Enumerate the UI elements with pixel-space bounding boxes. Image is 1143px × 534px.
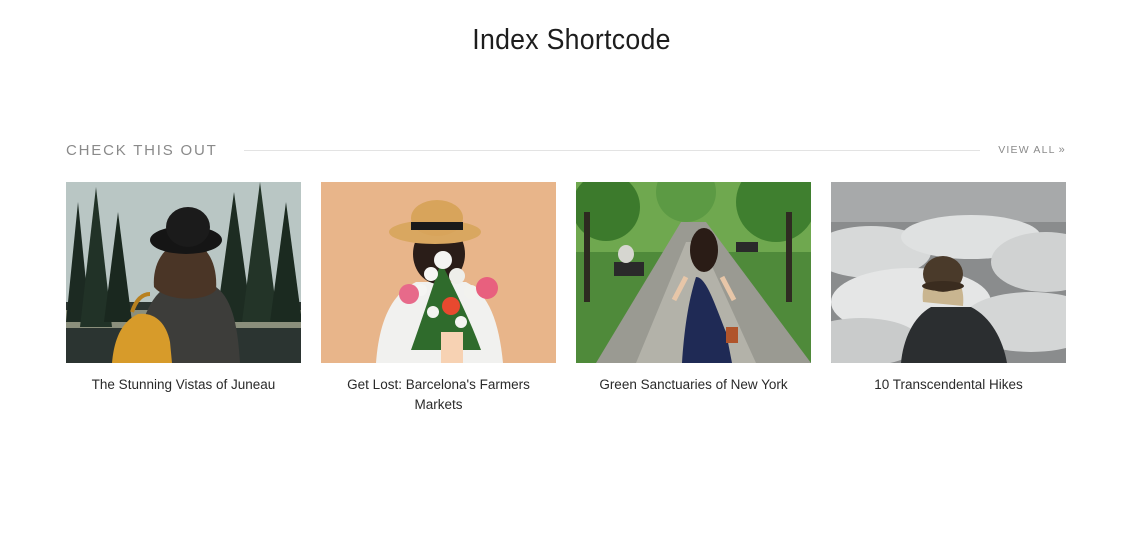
post-thumbnail[interactable] [321,182,556,363]
post-card[interactable]: 10 Transcendental Hikes [831,182,1066,415]
section-heading: CHECK THIS OUT [66,141,218,159]
double-chevron-right-icon: » [1058,143,1066,156]
post-thumbnail[interactable] [576,182,811,363]
post-title[interactable]: Get Lost: Barcelona's Farmers Markets [331,375,546,415]
post-card[interactable]: The Stunning Vistas of Juneau [66,182,301,415]
post-image-clouds [831,182,1066,363]
section-divider [243,149,981,151]
post-image-flowers [321,182,556,363]
post-title[interactable]: 10 Transcendental Hikes [841,375,1056,395]
post-thumbnail[interactable] [66,182,301,363]
post-thumbnail[interactable] [831,182,1066,363]
post-image-park [576,182,811,363]
post-image-forest [66,182,301,363]
post-title[interactable]: Green Sanctuaries of New York [586,375,801,395]
post-title[interactable]: The Stunning Vistas of Juneau [76,375,291,395]
post-card[interactable]: Get Lost: Barcelona's Farmers Markets [321,182,556,415]
post-card[interactable]: Green Sanctuaries of New York [576,182,811,415]
view-all-label: VIEW ALL [998,144,1056,156]
post-grid: The Stunning Vistas of Juneau Get Lost: … [66,182,1066,415]
section-header: CHECK THIS OUT VIEW ALL » [66,138,1066,162]
view-all-link[interactable]: VIEW ALL » [998,144,1066,156]
page-title: Index Shortcode [472,24,671,56]
